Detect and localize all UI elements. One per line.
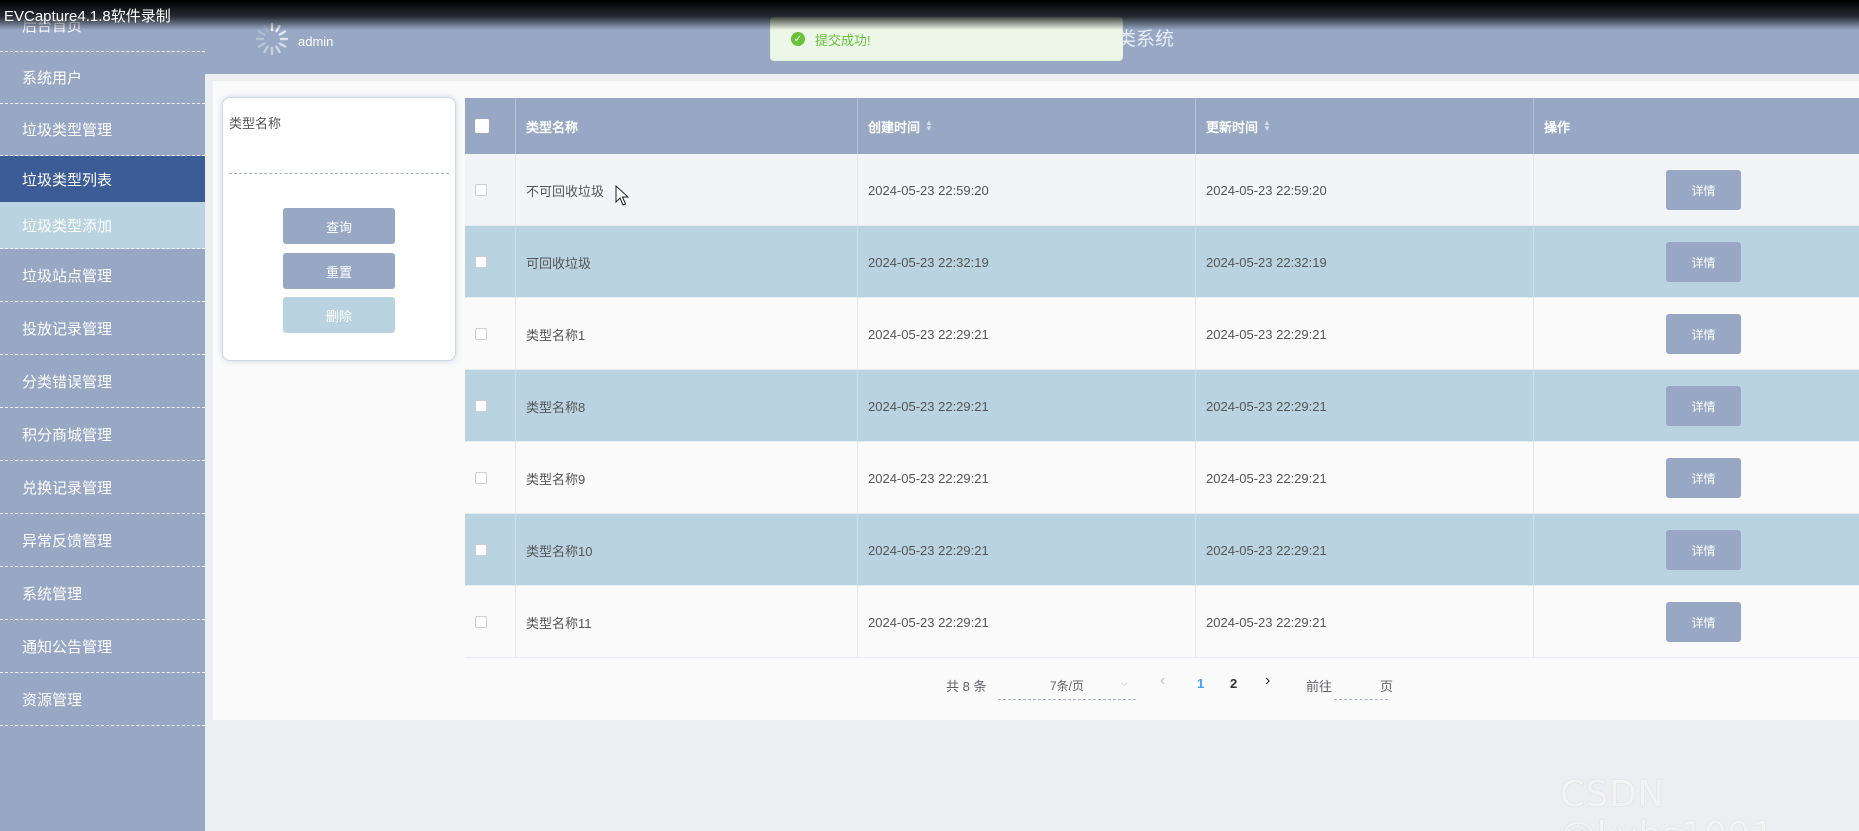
pagination-total: 共 8 条 [946,679,987,694]
sidebar-item-sorting-errors[interactable]: 分类错误管理 [0,355,205,408]
search-label: 类型名称 [229,116,282,131]
select-all-cell [465,98,516,154]
type-name-cell: 不可回收垃圾 [516,154,858,226]
select-all-checkbox[interactable] [475,119,489,133]
row-select-cell [465,586,516,658]
query-button[interactable]: 查询 [283,208,395,244]
type-name-cell: 类型名称10 [516,514,858,586]
created-time-cell: 2024-05-23 22:29:21 [858,514,1196,586]
search-card: 类型名称 查询 重置 删除 [222,97,456,361]
sidebar-item-resource-management[interactable]: 资源管理 [0,673,205,726]
chevron-down-icon: ⌵ [1120,678,1128,689]
type-name-search-input[interactable] [229,136,449,174]
next-page-button[interactable]: › [1265,672,1270,694]
row-checkbox[interactable] [475,328,487,340]
row-checkbox[interactable] [475,400,487,412]
detail-button[interactable]: 详情 [1666,314,1741,354]
watermark: CSDN @kybs1991 [1560,774,1774,831]
row-checkbox[interactable] [475,616,487,628]
table-row: 类型名称8 2024-05-23 22:29:21 2024-05-23 22:… [465,370,1859,442]
row-select-cell [465,514,516,586]
table-row: 类型名称1 2024-05-23 22:29:21 2024-05-23 22:… [465,298,1859,370]
column-header-actions: 操作 [1544,119,1571,135]
detail-button[interactable]: 详情 [1666,602,1741,642]
created-time-cell: 2024-05-23 22:29:21 [858,586,1196,658]
row-select-cell [465,370,516,442]
header-username[interactable]: admin [298,34,333,49]
sidebar-item-exchange-records[interactable]: 兑换记录管理 [0,461,205,514]
sidebar-item-disposal-records[interactable]: 投放记录管理 [0,302,205,355]
row-select-cell [465,154,516,226]
detail-button[interactable]: 详情 [1666,386,1741,426]
sidebar-item-garbage-type-list[interactable]: 垃圾类型列表 [0,156,205,202]
sidebar: 后台首页 系统用户 垃圾类型管理 垃圾类型列表 垃圾类型添加 垃圾站点管理 投放… [0,0,205,831]
row-select-cell [465,298,516,370]
reset-button[interactable]: 重置 [283,253,395,289]
sidebar-item-garbage-type-management[interactable]: 垃圾类型管理 [0,104,205,156]
updated-time-cell: 2024-05-23 22:29:21 [1196,298,1534,370]
table-row: 类型名称9 2024-05-23 22:29:21 2024-05-23 22:… [465,442,1859,514]
row-select-cell [465,226,516,298]
row-select-cell [465,442,516,514]
updated-time-cell: 2024-05-23 22:29:21 [1196,514,1534,586]
prev-page-button[interactable]: ‹ [1160,672,1165,694]
detail-button[interactable]: 详情 [1666,530,1741,570]
column-header-type-name: 类型名称 [516,98,858,154]
page-suffix-label: 页 [1380,679,1394,694]
table-row: 类型名称11 2024-05-23 22:29:21 2024-05-23 22… [465,586,1859,658]
check-circle-icon: ✓ [791,32,805,46]
column-header-created-label: 创建时间 [868,119,921,135]
toast-message: 提交成功! [815,32,871,48]
type-name-cell: 类型名称1 [516,298,858,370]
column-header-updated-time[interactable]: 更新时间 ▲ ▼ [1196,98,1534,154]
updated-time-cell: 2024-05-23 22:29:21 [1196,442,1534,514]
created-time-cell: 2024-05-23 22:32:19 [858,226,1196,298]
table-row: 不可回收垃圾 2024-05-23 22:59:20 2024-05-23 22… [465,154,1859,226]
page-number-2[interactable]: 2 [1230,676,1237,698]
updated-time-cell: 2024-05-23 22:59:20 [1196,154,1534,226]
sort-icon[interactable]: ▲ ▼ [1263,119,1271,133]
row-checkbox[interactable] [475,184,487,196]
goto-label: 前往 [1306,679,1333,694]
sidebar-item-garbage-station-management[interactable]: 垃圾站点管理 [0,249,205,302]
detail-button[interactable]: 详情 [1666,458,1741,498]
type-name-cell: 可回收垃圾 [516,226,858,298]
sidebar-item-points-mall[interactable]: 积分商城管理 [0,408,205,461]
sidebar-item-system-users[interactable]: 系统用户 [0,52,205,104]
detail-button[interactable]: 详情 [1666,170,1741,210]
column-header-updated-label: 更新时间 [1206,119,1259,135]
updated-time-cell: 2024-05-23 22:29:21 [1196,370,1534,442]
type-name-cell: 类型名称11 [516,586,858,658]
created-time-cell: 2024-05-23 22:59:20 [858,154,1196,226]
sidebar-item-notice-management[interactable]: 通知公告管理 [0,620,205,673]
recorder-overlay [0,0,1859,30]
page-size-select[interactable]: 7条/页 ⌵ [998,672,1136,700]
recorder-label: EVCapture4.1.8软件录制 [4,8,171,25]
created-time-cell: 2024-05-23 22:29:21 [858,298,1196,370]
row-checkbox[interactable] [475,256,487,268]
type-name-cell: 类型名称9 [516,442,858,514]
delete-button[interactable]: 删除 [283,297,395,333]
sort-icon[interactable]: ▲ ▼ [925,119,933,133]
detail-button[interactable]: 详情 [1666,242,1741,282]
created-time-cell: 2024-05-23 22:29:21 [858,370,1196,442]
updated-time-cell: 2024-05-23 22:32:19 [1196,226,1534,298]
column-header-created-time[interactable]: 创建时间 ▲ ▼ [858,98,1196,154]
row-checkbox[interactable] [475,544,487,556]
sidebar-item-exception-feedback[interactable]: 异常反馈管理 [0,514,205,567]
updated-time-cell: 2024-05-23 22:29:21 [1196,586,1534,658]
created-time-cell: 2024-05-23 22:29:21 [858,442,1196,514]
table-row: 类型名称10 2024-05-23 22:29:21 2024-05-23 22… [465,514,1859,586]
page-size-value: 7条/页 [1049,679,1084,693]
type-name-cell: 类型名称8 [516,370,858,442]
row-checkbox[interactable] [475,472,487,484]
sidebar-item-garbage-type-add[interactable]: 垃圾类型添加 [0,202,205,249]
sidebar-item-system-management[interactable]: 系统管理 [0,567,205,620]
page-number-1[interactable]: 1 [1197,676,1204,698]
mouse-cursor-icon [615,185,629,206]
table-row: 可回收垃圾 2024-05-23 22:32:19 2024-05-23 22:… [465,226,1859,298]
table-header: 类型名称 创建时间 ▲ ▼ 更新时间 ▲ ▼ 操作 [465,98,1859,154]
